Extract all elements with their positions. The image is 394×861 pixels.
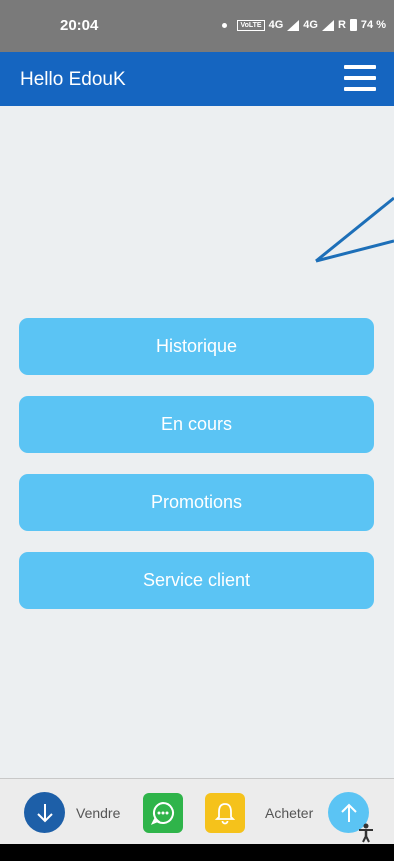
arrow-up-icon	[340, 803, 357, 822]
roaming-label: R	[337, 19, 346, 31]
signal-icon-2	[321, 19, 334, 31]
chat-button[interactable]	[143, 793, 183, 833]
system-nav-bar	[0, 844, 394, 861]
header-title: Hello EdouK	[20, 69, 126, 90]
notification-dot-icon	[222, 22, 228, 28]
sell-button[interactable]	[24, 792, 65, 833]
buy-label[interactable]: Acheter	[265, 805, 313, 821]
decorative-lines	[315, 196, 394, 263]
status-time: 20:04	[60, 17, 99, 34]
hamburger-menu-icon[interactable]	[344, 65, 376, 92]
volte-icon: VoLTE	[237, 19, 265, 31]
status-icons: VoLTE 4G 4G R 74 %	[222, 19, 386, 31]
sell-label[interactable]: Vendre	[76, 805, 120, 821]
battery-icon	[349, 19, 357, 31]
accessibility-icon[interactable]	[358, 823, 374, 843]
en-cours-button[interactable]: En cours	[19, 396, 374, 453]
service-client-button[interactable]: Service client	[19, 552, 374, 609]
status-bar: 20:04 VoLTE 4G 4G R 74 %	[0, 0, 394, 52]
notification-button[interactable]	[205, 793, 245, 833]
network-label-1: 4G	[268, 19, 284, 31]
arrow-down-icon	[36, 803, 53, 822]
main-content: Historique En cours Promotions Service c…	[0, 106, 394, 778]
signal-icon	[287, 19, 300, 31]
promotions-button[interactable]: Promotions	[19, 474, 374, 531]
bottom-bar: Vendre Acheter	[0, 778, 394, 845]
historique-button[interactable]: Historique	[19, 318, 374, 375]
battery-level: 74 %	[360, 19, 386, 31]
app-header: Hello EdouK	[0, 52, 394, 106]
menu-list: Historique En cours Promotions Service c…	[19, 318, 374, 630]
chat-icon	[150, 801, 174, 825]
bell-icon	[214, 803, 236, 825]
network-label-2: 4G	[303, 19, 318, 31]
